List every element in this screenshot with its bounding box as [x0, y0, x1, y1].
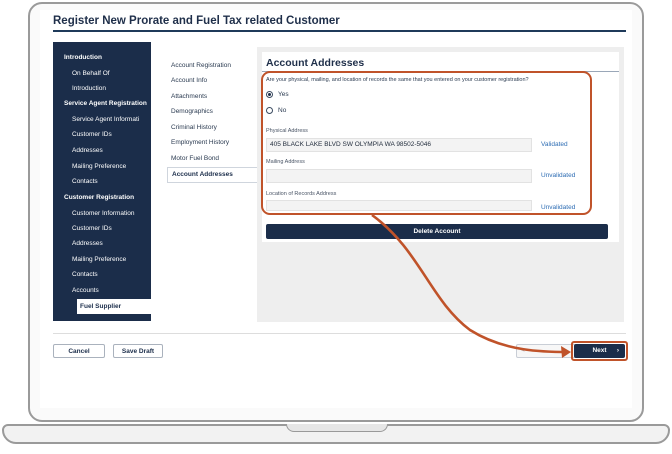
- page-title: Register New Prorate and Fuel Tax relate…: [53, 15, 340, 27]
- sidebar-item-mailing-preference[interactable]: Mailing Preference: [53, 252, 151, 267]
- sidebar-item-introduction[interactable]: Introduction: [53, 81, 151, 96]
- sidebar-item-agent-customer-ids[interactable]: Customer IDs: [53, 127, 151, 142]
- subnav-item-demographics[interactable]: Demographics: [167, 105, 261, 119]
- delete-account-button[interactable]: Delete Account: [266, 224, 608, 239]
- previous-chevron-icon: <: [521, 347, 525, 354]
- sidebar-item-accounts[interactable]: Accounts: [53, 283, 151, 298]
- subnav-item-account-info[interactable]: Account Info: [167, 74, 261, 88]
- subnav-item-criminal-history[interactable]: Criminal History: [167, 121, 261, 135]
- sidebar-item-service-agent-information[interactable]: Service Agent Informati: [53, 112, 151, 127]
- subnav-item-account-registration[interactable]: Account Registration: [167, 59, 261, 73]
- sidebar-item-agent-contacts[interactable]: Contacts: [53, 174, 151, 189]
- sidebar-heading-service-agent-registration[interactable]: Service Agent Registration: [53, 96, 151, 111]
- sidebar-item-agent-addresses[interactable]: Addresses: [53, 143, 151, 158]
- sidebar-item-customer-information[interactable]: Customer Information: [53, 206, 151, 221]
- section-heading: Account Addresses: [266, 57, 365, 69]
- footer-divider: [53, 333, 626, 334]
- wizard-sidebar: Introduction On Behalf Of Introduction S…: [53, 42, 151, 321]
- sidebar-item-on-behalf-of[interactable]: On Behalf Of: [53, 66, 151, 81]
- subnav-item-account-addresses[interactable]: Account Addresses: [167, 167, 262, 183]
- sidebar-heading-customer-registration[interactable]: Customer Registration: [53, 190, 151, 205]
- subnav-item-attachments[interactable]: Attachments: [167, 90, 261, 104]
- cancel-button[interactable]: Cancel: [53, 344, 105, 358]
- sidebar-item-contacts[interactable]: Contacts: [53, 267, 151, 282]
- save-draft-button[interactable]: Save Draft: [113, 344, 163, 358]
- subnav-item-employment-history[interactable]: Employment History: [167, 136, 261, 150]
- sidebar-item-customer-ids[interactable]: Customer IDs: [53, 221, 151, 236]
- sidebar-item-agent-mailing-preference[interactable]: Mailing Preference: [53, 159, 151, 174]
- title-divider: [53, 30, 626, 32]
- sidebar-item-fuel-supplier[interactable]: Fuel Supplier: [77, 299, 151, 314]
- sidebar-heading-introduction[interactable]: Introduction: [53, 50, 151, 65]
- subnav-item-motor-fuel-bond[interactable]: Motor Fuel Bond: [167, 152, 261, 166]
- address-section-highlight: [261, 71, 592, 215]
- next-button-highlight: [571, 341, 628, 361]
- sidebar-item-addresses[interactable]: Addresses: [53, 236, 151, 251]
- previous-button[interactable]: <: [516, 344, 576, 358]
- laptop-notch: [286, 424, 388, 432]
